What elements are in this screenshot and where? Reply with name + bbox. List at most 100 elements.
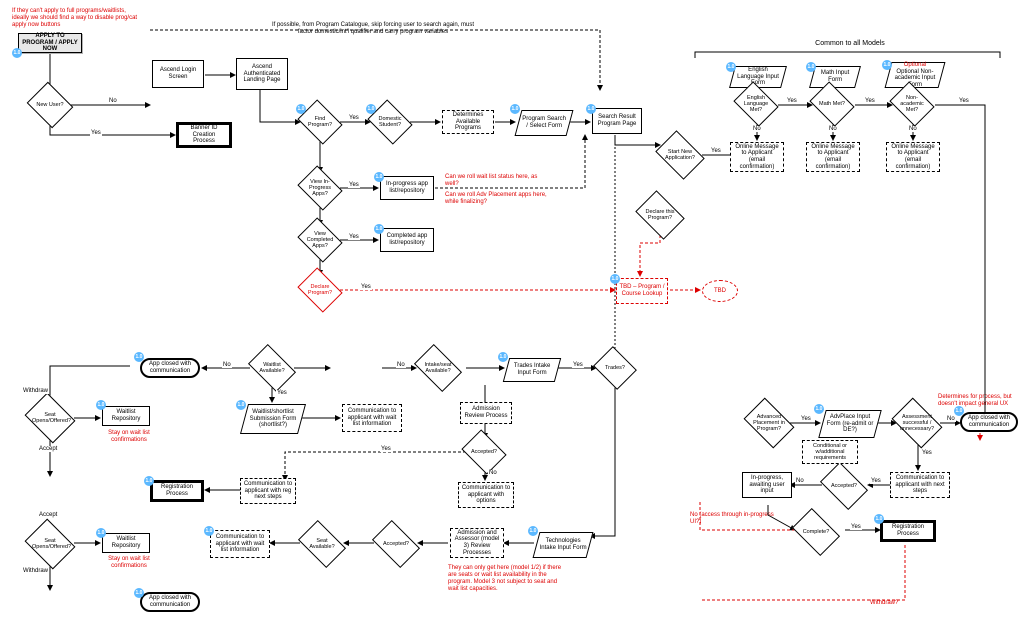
decision-view-inprogress: View In-Progress Apps? xyxy=(302,174,338,202)
box-inprogress-list: In-progress app list/repository xyxy=(380,176,434,200)
label-yes-2: Yes xyxy=(348,115,360,121)
form-waitlist: Waitlist/shortlist Submission Form (shor… xyxy=(240,404,306,434)
tag-find-program: 1.0 xyxy=(296,104,306,114)
tag-waitlist-form: 1.0 xyxy=(236,400,246,410)
decision-domestic: Domestic Student? xyxy=(372,108,408,136)
label-yes-4: Yes xyxy=(348,234,360,240)
decision-seat-avail: Seat Available? xyxy=(302,530,342,558)
form-tech-intake: Technologies Intake Input Form xyxy=(533,532,594,558)
decision-adv-placement: Advanced Placement in Program? xyxy=(748,408,790,438)
form-nonacademic: OptionalOptional Non-academic Input Form xyxy=(885,62,946,88)
box-admission-review: Admission Review Process xyxy=(460,402,512,424)
tag-complete: 1.0 xyxy=(374,224,384,234)
decision-accepted-mid: Accepted? xyxy=(466,438,502,466)
tag-eng: 1.0 xyxy=(726,62,736,72)
decision-english-met: English Language Met? xyxy=(738,90,774,118)
tag-domestic: 1.0 xyxy=(366,104,376,114)
form-adv-place: AdvPlace Input Form (re-admit or DE?) xyxy=(818,410,882,438)
decision-view-completed: View Completed Apps? xyxy=(302,226,338,254)
box-comm-reg-next: Communication to applicant with reg next… xyxy=(240,478,296,504)
decision-seat-open-2: Seat Opens/Offered? xyxy=(30,528,70,560)
process-registration-left: Registration Process xyxy=(150,480,204,502)
box-tbd-lookup: TBD – Program / Course Lookup xyxy=(616,278,668,304)
label-accept-2: Accept xyxy=(38,512,58,518)
box-waitlist-repo-2: Waitlist Repository xyxy=(102,533,150,553)
label-yes-7: Yes xyxy=(786,98,798,104)
decision-nonacad-met: Non-academic Met? xyxy=(894,90,930,118)
decision-declare: Declare Program? xyxy=(302,276,338,304)
tag-wlrepo1: 1.0 xyxy=(96,400,106,410)
tag-math: 1.0 xyxy=(806,62,816,72)
decision-accepted-bottom: Accepted? xyxy=(376,530,416,558)
start-apply-now: APPLY TO PROGRAM / APPLY NOW xyxy=(18,33,82,53)
box-inprog-await: In-progress, awaiting user input xyxy=(742,472,792,498)
box-comm-options: Communication to applicant with options xyxy=(458,482,514,508)
tag-search-result: 1.0 xyxy=(586,104,596,114)
label-withdraw-2: Withdraw xyxy=(22,568,49,574)
decision-waitlist-avail: Waitlist Available? xyxy=(252,354,292,382)
box-msg-english: Online Message to Applicant (email confi… xyxy=(730,142,784,172)
terminal-app-closed-right: App closed with communication xyxy=(960,412,1018,432)
tag-tbd: 1.0 xyxy=(610,274,620,284)
tag-nonacad: 1.0 xyxy=(882,60,892,70)
tag-appclosed-r: 1.0 xyxy=(954,406,964,416)
tag-trades-form: 1.0 xyxy=(498,352,508,362)
tag-start: 1.0 xyxy=(12,48,22,58)
cloud-tbd: TBD xyxy=(702,280,738,302)
label-withdraw-1: Withdraw xyxy=(22,388,49,394)
terminal-app-closed-2: App closed with communication xyxy=(140,592,200,612)
label-no-7: No xyxy=(488,470,498,476)
label-no-8: No xyxy=(946,416,956,422)
label-no-2: No xyxy=(752,126,762,132)
box-comm-next-right: Communication to applicant with next ste… xyxy=(890,472,950,498)
label-no-1: No xyxy=(108,98,118,104)
box-waitlist-repo-1: Waitlist Repository xyxy=(102,406,150,426)
tag-appclosed1: 1.0 xyxy=(134,352,144,362)
label-yes-3: Yes xyxy=(348,182,360,188)
process-registration-right: Registration Process xyxy=(880,520,936,542)
process-banner-id: Banner ID Creation Process xyxy=(176,122,232,148)
tag-reg-l: 1.0 xyxy=(144,476,154,486)
label-yes-15: Yes xyxy=(850,524,862,530)
tag-search-form: 1.0 xyxy=(510,104,520,114)
label-accept-1: Accept xyxy=(38,446,58,452)
decision-complete: Complete? xyxy=(796,518,836,546)
decision-assessment: Assessment successful / unnecessary? xyxy=(896,408,938,438)
decision-new-user: New User? xyxy=(32,90,68,120)
label-yes-16: Yes xyxy=(870,478,882,484)
label-yes-9: Yes xyxy=(958,98,970,104)
label-yes-10: Yes xyxy=(276,390,288,396)
label-yes-1: Yes xyxy=(90,130,102,136)
terminal-app-closed-1: App closed with communication xyxy=(140,358,200,378)
tag-reg-r: 1.0 xyxy=(874,514,884,524)
decision-seat-open-1: Seat Opens/Offered? xyxy=(30,402,70,434)
label-yes-6: Yes xyxy=(710,148,722,154)
box-msg-nonacad: Online Message to Applicant (email confi… xyxy=(886,142,940,172)
box-ascend-landing: Ascend Authenticated Landing Page xyxy=(236,58,288,90)
tag-appclosed2: 1.0 xyxy=(134,588,144,598)
decision-find-program: Find Program? xyxy=(302,108,338,136)
label-no-6: No xyxy=(396,362,406,368)
box-comm-waitlist: Communication to applicant with wait lis… xyxy=(342,404,402,432)
tag-tech: 1.0 xyxy=(528,526,538,536)
decision-declare-this: Declare this Program? xyxy=(640,200,680,230)
tag-advform: 1.0 xyxy=(814,404,824,414)
tag-inprog: 1.0 xyxy=(374,172,384,182)
form-math: Math Input Form xyxy=(809,66,861,88)
tag-commwait2: 1.0 xyxy=(204,526,214,536)
label-no-4: No xyxy=(908,126,918,132)
box-conditional-req: Conditional or w/additional requirements xyxy=(802,440,858,464)
decision-trades: Trades? xyxy=(598,354,632,382)
decision-accepted-right: Accepted? xyxy=(824,472,864,500)
label-yes-12: Yes xyxy=(380,446,392,452)
decision-intake-avail: Intake/seat Available? xyxy=(418,354,458,382)
box-comm-wait-2: Communication to applicant with wait lis… xyxy=(210,530,270,558)
label-yes-13: Yes xyxy=(800,416,812,422)
box-completed-list: Completed app list/repository xyxy=(380,228,434,252)
box-ascend-login: Ascend Login Screen xyxy=(152,60,204,88)
decision-start-new: Start New Application? xyxy=(660,140,700,170)
tag-wlrepo2: 1.0 xyxy=(96,528,106,538)
label-yes-8: Yes xyxy=(864,98,876,104)
page-search-result: Search Result Program Page xyxy=(592,108,642,134)
label-no-9: No xyxy=(795,478,805,484)
